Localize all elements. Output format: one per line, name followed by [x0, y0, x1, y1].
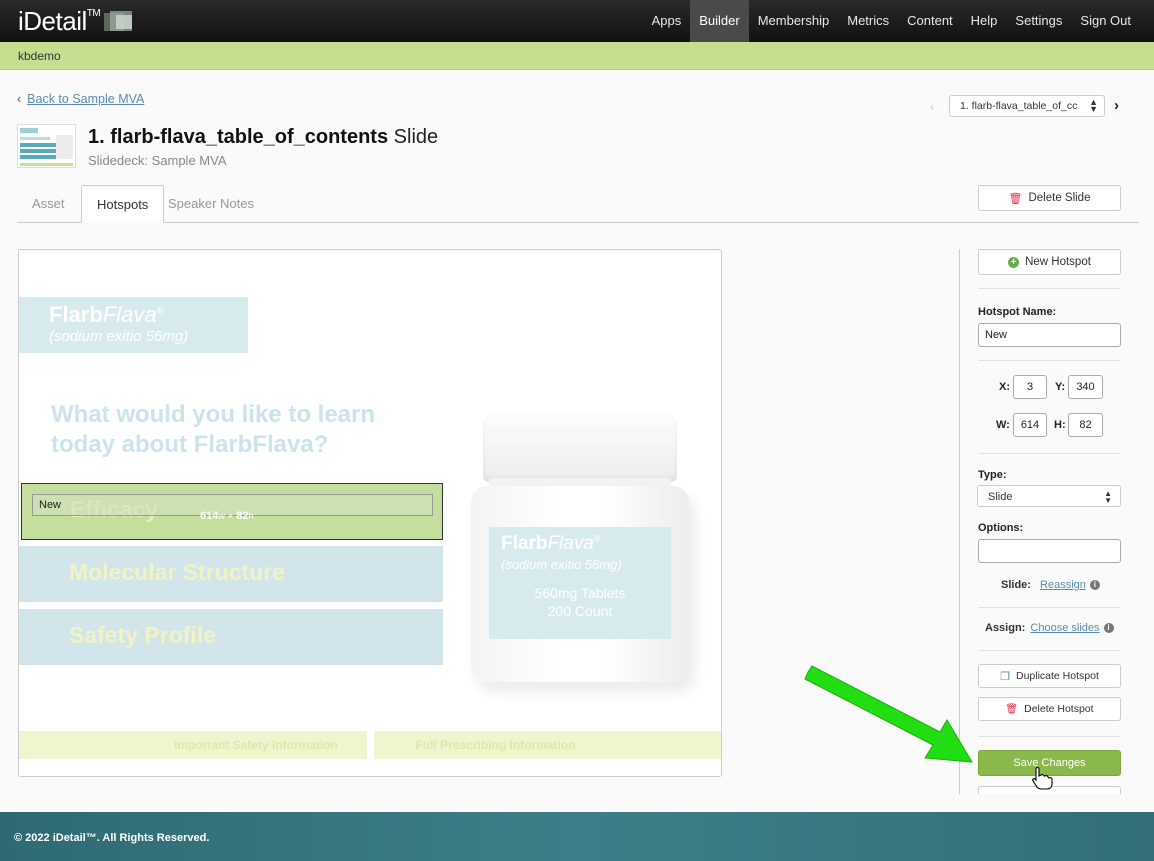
nav-membership[interactable]: Membership	[749, 0, 839, 42]
footer-important-safety: Important Safety Information	[19, 731, 367, 759]
choose-slides-link[interactable]: Choose slides	[1030, 622, 1099, 634]
info-icon[interactable]: i	[1103, 623, 1114, 634]
slide-thumbnail	[17, 124, 76, 168]
h-input[interactable]: 82	[1068, 413, 1103, 437]
y-input[interactable]: 340	[1068, 375, 1103, 399]
nav-metrics[interactable]: Metrics	[838, 0, 898, 42]
x-input[interactable]: 3	[1013, 375, 1047, 399]
nav-builder[interactable]: Builder	[690, 0, 749, 42]
idetail-logo[interactable]: iDetailTM	[18, 6, 101, 37]
delete-slide-button[interactable]: 🗑 Delete Slide	[978, 185, 1121, 211]
trash-icon: 🗑	[1005, 703, 1019, 715]
hotspot-name-label: Hotspot Name:	[978, 306, 1057, 318]
slide-tabs: Asset Hotspots Speaker Notes	[17, 185, 1139, 223]
main-menu: Apps Builder Membership Metrics Content …	[643, 0, 1140, 42]
slide-select[interactable]: 1. flarb-flava_table_of_cc ▲ ▼	[949, 95, 1105, 117]
tab-speaker-notes[interactable]: Speaker Notes	[153, 185, 269, 223]
hotspot-size-readout: 614w × 82h	[200, 510, 254, 522]
nav-settings[interactable]: Settings	[1006, 0, 1071, 42]
footer-prescribing-info: Full Prescribing Information	[374, 731, 721, 759]
info-icon[interactable]: i	[1089, 580, 1100, 591]
account-bar: kbdemo	[0, 42, 1154, 70]
logo-mark-icon	[104, 11, 134, 33]
panel-divider	[959, 249, 960, 794]
nav-help[interactable]: Help	[962, 0, 1007, 42]
hotspot-name-input[interactable]: New	[978, 323, 1121, 347]
duplicate-hotspot-button[interactable]: ❐ Duplicate Hotspot	[978, 664, 1121, 688]
top-navigation-bar: iDetailTM Apps Builder Membership Metric…	[0, 0, 1154, 42]
type-select[interactable]: Slide ▲ ▼	[977, 485, 1121, 507]
hidden-button-edge	[978, 786, 1121, 794]
slide-title: 1. flarb-flava_table_of_contents Slide	[88, 126, 439, 148]
previous-slide-icon[interactable]: ‹	[930, 99, 934, 114]
duplicate-icon: ❐	[1000, 670, 1010, 683]
select-arrows-icon: ▲ ▼	[1104, 489, 1112, 505]
slidedeck-name: Slidedeck: Sample MVA	[88, 153, 227, 168]
menu-item-molecular-structure: Molecular Structure	[19, 546, 443, 602]
new-hotspot-button[interactable]: + New Hotspot	[978, 249, 1121, 275]
trash-icon: 🗑	[1008, 192, 1023, 205]
next-slide-icon[interactable]: ›	[1114, 97, 1119, 114]
slide-assignment: Slide: Reassign i	[1001, 579, 1100, 591]
options-input[interactable]	[978, 539, 1121, 563]
tab-asset[interactable]: Asset	[17, 185, 80, 223]
w-input[interactable]: 614	[1013, 413, 1047, 437]
nav-apps[interactable]: Apps	[643, 0, 691, 42]
hotspot-region[interactable]: Efficacy New 614w × 82h	[21, 483, 443, 540]
slide-canvas[interactable]: FlarbFlava® (sodium exitio 56mg) What wo…	[18, 249, 722, 777]
bottle-label: FlarbFlava® (sodium exitio 56mg) 560mg T…	[489, 527, 671, 639]
delete-hotspot-button[interactable]: 🗑 Delete Hotspot	[978, 697, 1121, 721]
save-changes-button[interactable]: Save Changes	[978, 750, 1121, 776]
account-name: kbdemo	[18, 49, 61, 63]
slide-question: What would you like to learn today about…	[51, 401, 376, 458]
product-bottle-image: FlarbFlava® (sodium exitio 56mg) 560mg T…	[469, 412, 691, 684]
tab-hotspots[interactable]: Hotspots	[81, 185, 165, 223]
brand-logo-box: FlarbFlava® (sodium exitio 56mg)	[19, 297, 248, 353]
assign-slides: Assign: Choose slides i	[985, 622, 1114, 634]
nav-content[interactable]: Content	[898, 0, 962, 42]
reassign-link[interactable]: Reassign	[1040, 579, 1086, 591]
plus-circle-icon: +	[1008, 256, 1020, 268]
select-arrows-icon: ▲ ▼	[1089, 97, 1098, 114]
chevron-left-icon: ‹	[17, 92, 22, 106]
main-content: ‹ Back to Sample MVA ‹ 1. flarb-flava_tab…	[0, 70, 1154, 812]
menu-item-safety-profile: Safety Profile	[19, 609, 443, 665]
copyright-text: © 2022 iDetail™. All Rights Reserved.	[14, 832, 210, 844]
nav-sign-out[interactable]: Sign Out	[1071, 0, 1140, 42]
page-footer: © 2022 iDetail™. All Rights Reserved.	[0, 812, 1154, 861]
back-link[interactable]: ‹ Back to Sample MVA	[17, 92, 144, 106]
